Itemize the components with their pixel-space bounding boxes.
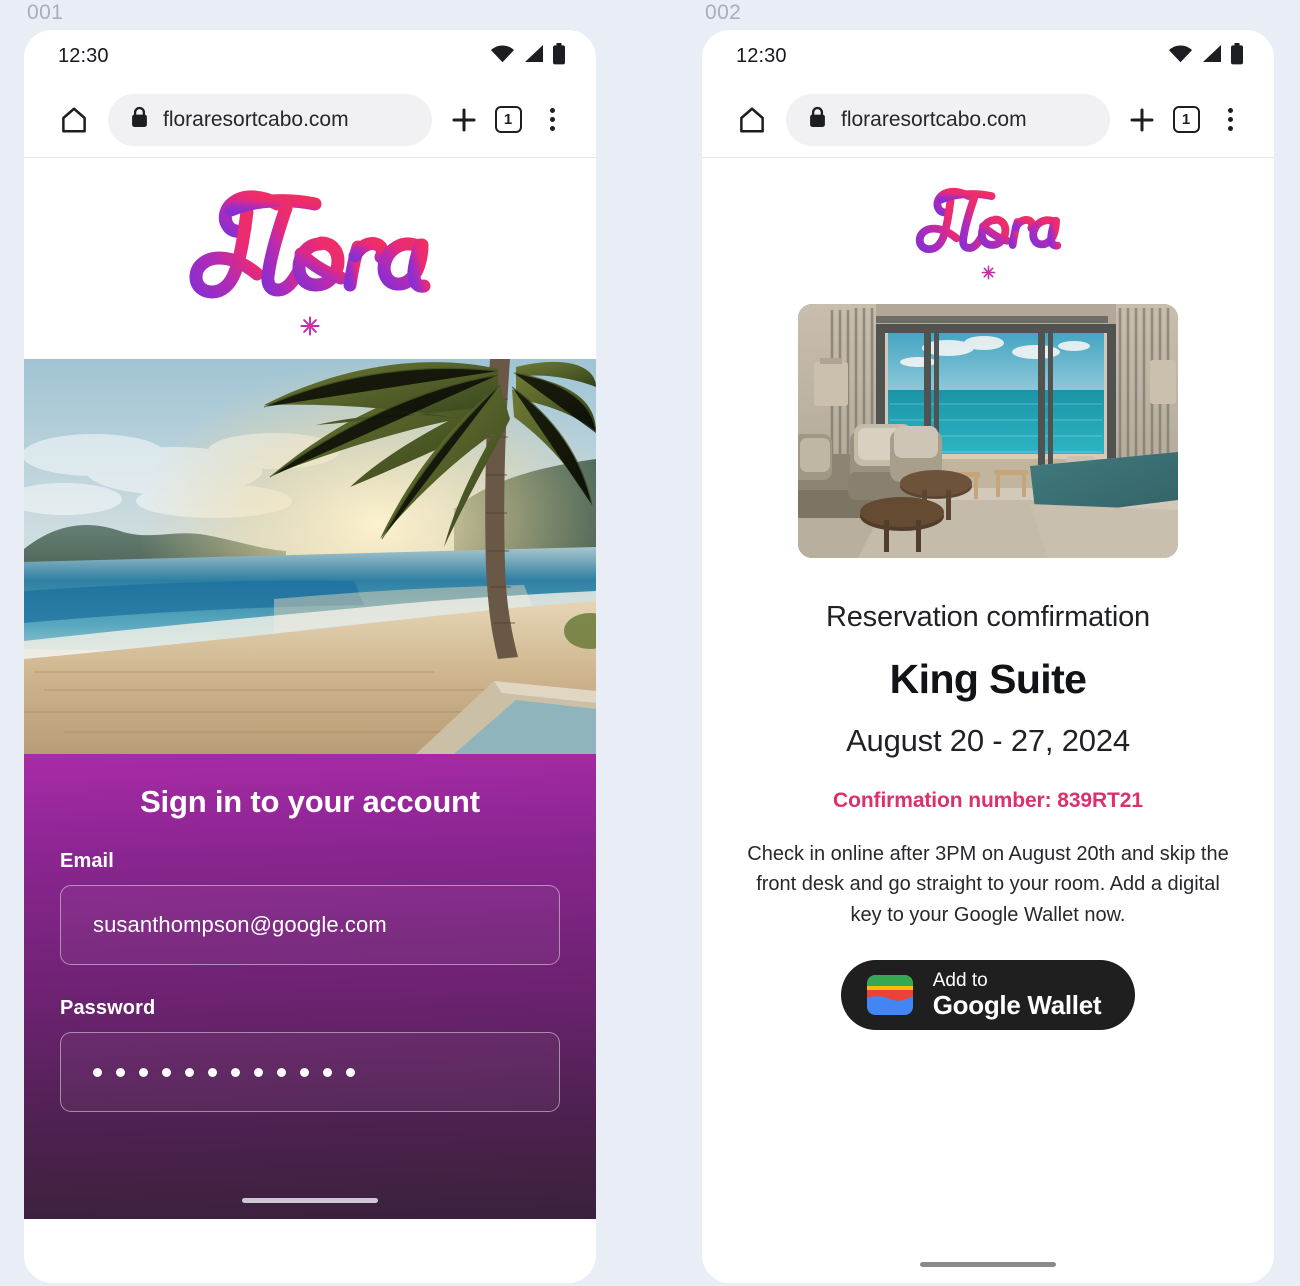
- flora-logo: [165, 182, 455, 343]
- cellular-signal-icon: [1201, 44, 1222, 68]
- wallet-button-text: Add to Google Wallet: [932, 969, 1102, 1021]
- status-bar: 12:30: [24, 30, 596, 82]
- tab-counter-button[interactable]: 1: [1164, 98, 1208, 142]
- status-bar: 12:30: [702, 30, 1274, 82]
- phone-frame-002: 12:30 floraresortcabo.com 1 Reservation …: [702, 30, 1274, 1283]
- address-bar-url: floraresortcabo.com: [163, 107, 349, 131]
- plus-icon[interactable]: [1120, 98, 1164, 142]
- home-icon[interactable]: [54, 100, 94, 140]
- flora-logo: [901, 182, 1076, 286]
- browser-toolbar: floraresortcabo.com 1: [24, 82, 596, 158]
- asterisk-flower-icon: [980, 264, 997, 286]
- tab-counter-button[interactable]: 1: [486, 98, 530, 142]
- page-content-002: Reservation comfirmation King Suite Augu…: [702, 158, 1274, 1283]
- address-bar[interactable]: floraresortcabo.com: [786, 93, 1110, 146]
- status-icons: [1168, 42, 1244, 70]
- reservation-confirmation: Reservation comfirmation King Suite Augu…: [702, 296, 1274, 1031]
- add-to-google-wallet-button[interactable]: Add to Google Wallet: [840, 960, 1136, 1031]
- phone-frame-001: 12:30 floraresortcabo.com 1 Sign in to y…: [24, 30, 596, 1283]
- screen-001: 001 12:30 floraresortcabo.com 1 Sign in …: [24, 0, 596, 1283]
- screens-board: 001 12:30 floraresortcabo.com 1 Sign in …: [0, 0, 1300, 1286]
- confirmation-subtitle: Reservation comfirmation: [826, 601, 1150, 633]
- beach-hero-image: [24, 359, 596, 754]
- brand-header: [702, 158, 1274, 296]
- signin-heading: Sign in to your account: [140, 784, 480, 819]
- room-type-title: King Suite: [889, 656, 1087, 702]
- page-content-001: Sign in to your account Email susanthomp…: [24, 158, 596, 1283]
- brand-header: [24, 158, 596, 359]
- status-clock: 12:30: [736, 44, 787, 67]
- status-clock: 12:30: [58, 44, 109, 67]
- lock-icon: [130, 106, 149, 133]
- wifi-icon: [490, 44, 515, 68]
- password-masked-value: [93, 1067, 355, 1077]
- asterisk-flower-icon: [298, 314, 322, 343]
- wifi-icon: [1168, 44, 1193, 68]
- checkin-instructions: Check in online after 3PM on August 20th…: [747, 843, 1229, 926]
- lock-icon: [808, 106, 827, 133]
- screen-label-002: 002: [705, 1, 742, 24]
- plus-icon[interactable]: [442, 98, 486, 142]
- browser-toolbar: floraresortcabo.com 1: [702, 82, 1274, 158]
- status-icons: [490, 42, 566, 70]
- stay-dates: August 20 - 27, 2024: [846, 723, 1130, 758]
- address-bar-url: floraresortcabo.com: [841, 107, 1027, 131]
- battery-icon: [552, 42, 566, 70]
- wallet-button-line1: Add to: [932, 969, 988, 991]
- hotel-suite-image: [798, 304, 1178, 558]
- flora-script-logo: [915, 187, 1061, 254]
- cellular-signal-icon: [523, 44, 544, 68]
- password-field[interactable]: [60, 1032, 560, 1112]
- screen-label-001: 001: [27, 1, 64, 24]
- kebab-menu-icon[interactable]: [530, 98, 574, 142]
- tab-count-label: 1: [494, 106, 522, 133]
- address-bar[interactable]: floraresortcabo.com: [108, 93, 432, 146]
- email-field[interactable]: susanthompson@google.com: [60, 885, 560, 965]
- tab-count-label: 1: [1172, 106, 1200, 133]
- kebab-menu-icon[interactable]: [1208, 98, 1252, 142]
- password-label: Password: [60, 997, 156, 1019]
- email-label: Email: [60, 850, 114, 872]
- email-value: susanthompson@google.com: [93, 912, 387, 937]
- confirmation-number: Confirmation number: 839RT21: [833, 789, 1143, 812]
- flora-script-logo: [189, 190, 431, 299]
- wallet-button-line2: Google Wallet: [932, 990, 1102, 1021]
- gesture-nav-bar[interactable]: [24, 1198, 596, 1203]
- google-wallet-icon: [866, 975, 913, 1016]
- home-icon[interactable]: [732, 100, 772, 140]
- signin-panel: Sign in to your account Email susanthomp…: [24, 754, 596, 1219]
- battery-icon: [1230, 42, 1244, 70]
- gesture-nav-bar[interactable]: [702, 1262, 1274, 1267]
- screen-002: 002 12:30 floraresortcabo.com 1 Reservat…: [702, 0, 1274, 1283]
